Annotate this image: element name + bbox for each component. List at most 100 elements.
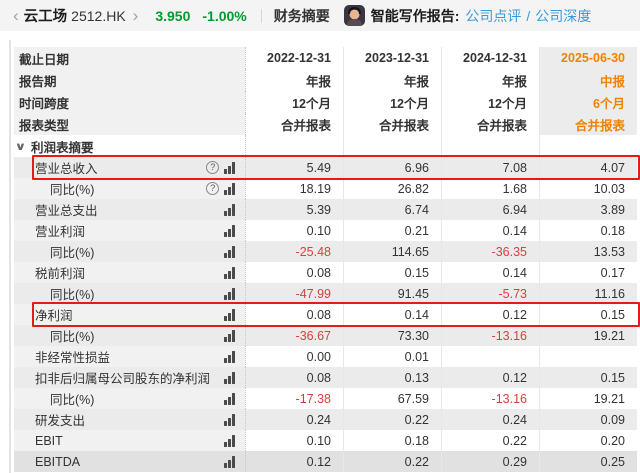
table-row: 同比(%)-47.9991.45-5.7311.16	[14, 283, 637, 304]
bar-chart-icon[interactable]	[224, 183, 235, 195]
value-cell: 0.01	[343, 346, 441, 367]
link-company-deep[interactable]: 公司深度	[535, 6, 591, 26]
bar-chart-icon[interactable]	[224, 330, 235, 342]
bar-chart-icon[interactable]	[224, 351, 235, 363]
row-label: 时间跨度	[14, 91, 245, 113]
bar-chart-icon[interactable]	[224, 414, 235, 426]
table-row: 同比(%)-36.6773.30-13.1619.21	[14, 325, 637, 346]
value-cell: 0.24	[441, 409, 539, 430]
help-icon[interactable]: ?	[206, 182, 219, 195]
value-cell: 0.12	[245, 451, 343, 472]
value-cell: 0.14	[441, 220, 539, 241]
help-icon[interactable]: ?	[206, 161, 219, 174]
value-cell: -36.35	[441, 241, 539, 262]
value-cell: 114.65	[343, 241, 441, 262]
value-cell: 0.00	[245, 346, 343, 367]
stock-name: 云工场	[24, 5, 68, 26]
table-row: 同比(%)?18.1926.821.6810.03	[14, 178, 637, 199]
row-icons	[224, 225, 245, 237]
row-icons	[224, 351, 245, 363]
value-cell: 0.10	[245, 220, 343, 241]
bar-chart-icon[interactable]	[224, 309, 235, 321]
row-label-text: 扣非后归属母公司股东的净利润	[35, 368, 210, 387]
value-cell: 6个月	[539, 91, 637, 113]
row-label-text: 税前利润	[35, 263, 85, 282]
value-cell: 0.17	[539, 262, 637, 283]
row-label-text: 营业利润	[35, 221, 85, 240]
table-row: EBITDA0.120.220.290.25	[14, 451, 637, 472]
value-cell: 0.08	[245, 367, 343, 388]
row-icons	[224, 435, 245, 447]
row-label-text: EBITDA	[35, 455, 80, 469]
value-cell: 0.12	[441, 367, 539, 388]
section-income-statement[interactable]: ∨利润表摘要	[14, 135, 637, 157]
value-cell: 18.19	[245, 178, 343, 199]
row-label-text: 净利润	[35, 305, 73, 324]
top-bar: ‹ 云工场 2512.HK › 3.950 -1.00% 财务摘要 智能写作报告…	[0, 0, 640, 31]
bar-chart-icon[interactable]	[224, 393, 235, 405]
back-chevron-icon[interactable]: ‹	[10, 7, 22, 24]
table-row: 营业总收入?5.496.967.084.07	[14, 157, 637, 178]
bar-chart-icon[interactable]	[224, 204, 235, 216]
row-label: 非经常性损益	[14, 346, 245, 367]
value-cell: 5.39	[245, 199, 343, 220]
bar-chart-icon[interactable]	[224, 435, 235, 447]
row-label: 报表类型	[14, 113, 245, 135]
value-cell: 合并报表	[539, 113, 637, 135]
row-icons: ?	[206, 161, 245, 174]
row-label: EBITDA	[14, 451, 245, 472]
value-cell: 6.94	[441, 199, 539, 220]
table-header-row: 报告期年报年报年报中报	[14, 69, 637, 91]
value-cell: -13.16	[441, 325, 539, 346]
bar-chart-icon[interactable]	[224, 267, 235, 279]
value-cell: 0.09	[539, 409, 637, 430]
value-cell: 0.15	[539, 367, 637, 388]
table-row: EBIT0.100.180.220.20	[14, 430, 637, 451]
value-cell: -47.99	[245, 283, 343, 304]
value-cell: 3.89	[539, 199, 637, 220]
link-company-comment[interactable]: 公司点评	[465, 6, 521, 26]
table-row: 同比(%)-17.3867.59-13.1619.21	[14, 388, 637, 409]
row-icons	[224, 372, 245, 384]
value-cell: 0.14	[441, 262, 539, 283]
tab-financial-summary[interactable]: 财务摘要	[274, 6, 330, 26]
value-cell: 6.74	[343, 199, 441, 220]
bar-chart-icon[interactable]	[224, 225, 235, 237]
value-cell: 0.22	[343, 451, 441, 472]
value-cell: 0.22	[441, 430, 539, 451]
stock-price: 3.950	[155, 8, 190, 24]
bar-chart-icon[interactable]	[224, 456, 235, 468]
financial-table: 截止日期2022-12-312023-12-312024-12-312025-0…	[14, 47, 637, 472]
row-label: 研发支出	[14, 409, 245, 430]
row-label: 营业总支出	[14, 199, 245, 220]
value-cell: 67.59	[343, 388, 441, 409]
bar-chart-icon[interactable]	[224, 162, 235, 174]
value-cell: 0.18	[539, 220, 637, 241]
value-cell: 10.03	[539, 178, 637, 199]
row-label-text: 同比(%)	[50, 389, 94, 408]
value-cell: 0.08	[245, 304, 343, 325]
row-icons	[224, 456, 245, 468]
table-row: 税前利润0.080.150.140.17	[14, 262, 637, 283]
smart-report-label: 智能写作报告:	[371, 6, 460, 26]
row-label-text: 营业总收入	[35, 158, 98, 177]
bar-chart-icon[interactable]	[224, 372, 235, 384]
bar-chart-icon[interactable]	[224, 246, 235, 258]
forward-chevron-icon[interactable]: ›	[130, 7, 142, 24]
bar-chart-icon[interactable]	[224, 288, 235, 300]
row-label: 同比(%)	[14, 283, 245, 304]
row-label-text: 营业总支出	[35, 200, 98, 219]
value-cell: -17.38	[245, 388, 343, 409]
value-cell: -5.73	[441, 283, 539, 304]
table-header-row: 报表类型合并报表合并报表合并报表合并报表	[14, 113, 637, 135]
row-label: 同比(%)	[14, 325, 245, 346]
value-cell: 0.14	[343, 304, 441, 325]
value-cell: 6.96	[343, 157, 441, 178]
row-label: 同比(%)?	[14, 178, 245, 199]
row-icons	[224, 393, 245, 405]
value-cell	[441, 346, 539, 367]
table-row: 营业利润0.100.210.140.18	[14, 220, 637, 241]
row-label-text: 同比(%)	[50, 284, 94, 303]
value-cell: 19.21	[539, 388, 637, 409]
value-cell	[245, 135, 343, 157]
